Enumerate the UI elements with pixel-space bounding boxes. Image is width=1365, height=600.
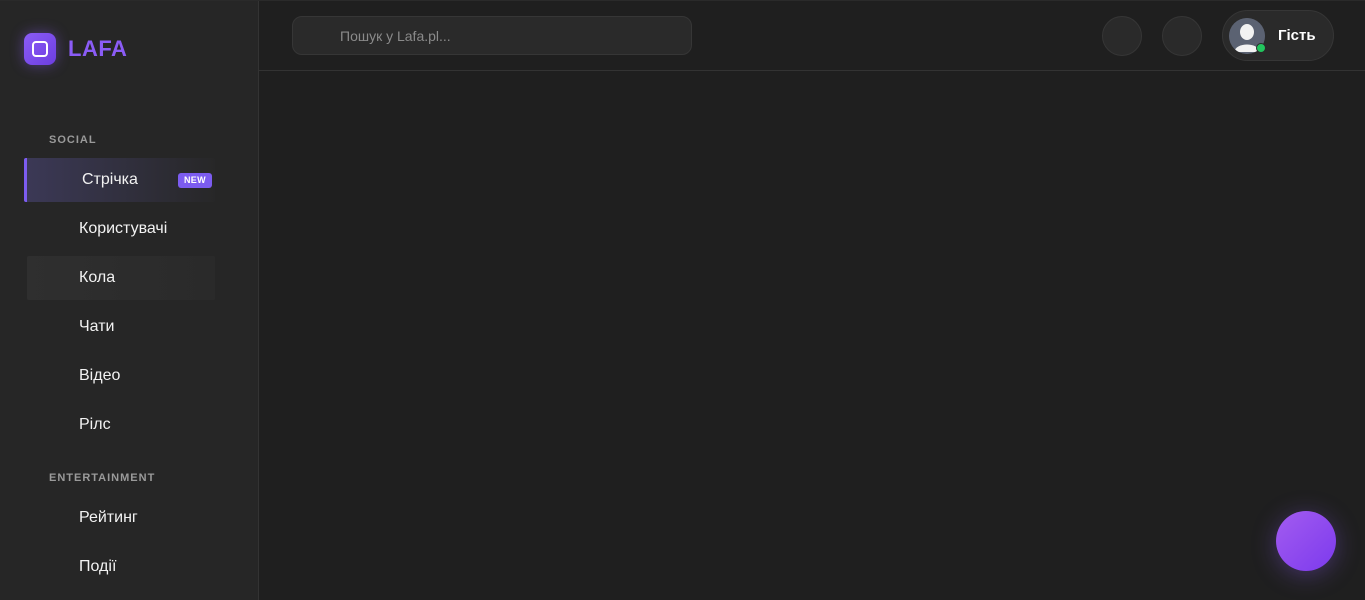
logo[interactable]: LAFA [24,32,127,66]
sidebar-item-label: Користувачі [79,220,168,237]
profile-button[interactable]: Гість [1222,10,1334,61]
sidebar-item-rating[interactable]: Рейтинг [27,496,215,540]
new-badge: NEW [178,173,212,188]
online-status-dot [1256,42,1266,53]
section-title-entertainment: ENTERTAINMENT [49,472,156,484]
sidebar-item-label: Стрічка [82,171,138,188]
sidebar-item-chats[interactable]: Чати [27,305,215,349]
sidebar-item-label: Рейтинг [79,509,138,526]
app-window: LAFA SOCIAL Стрічка NEW Користувачі Кола… [0,0,1365,600]
logo-icon [24,33,56,65]
sidebar-item-reels[interactable]: Рілс [27,403,215,447]
sidebar-item-label: Рілс [79,416,111,433]
sidebar-item-label: Відео [79,367,121,384]
sidebar-item-label: Кола [79,269,116,286]
sidebar-item-feed[interactable]: Стрічка NEW [24,158,215,202]
floating-action-button[interactable] [1276,511,1336,571]
sidebar-item-label: Чати [79,318,115,335]
sidebar-item-label: Події [79,558,117,575]
sidebar-item-circles[interactable]: Кола [27,256,215,300]
avatar [1229,17,1266,54]
top-header: Гість [259,1,1365,71]
sidebar: LAFA SOCIAL Стрічка NEW Користувачі Кола… [0,1,259,600]
messages-button[interactable] [1162,16,1202,56]
sidebar-item-events[interactable]: Події [27,545,215,589]
section-title-social: SOCIAL [49,134,97,146]
brand-name: LAFA [68,36,128,61]
search-input[interactable] [338,16,691,55]
main-content [259,71,1365,600]
notifications-button[interactable] [1102,16,1142,56]
search-box[interactable] [292,16,692,55]
profile-name: Гість [1278,27,1316,44]
sidebar-item-video[interactable]: Відео [27,354,215,398]
sidebar-item-users[interactable]: Користувачі [27,207,215,251]
